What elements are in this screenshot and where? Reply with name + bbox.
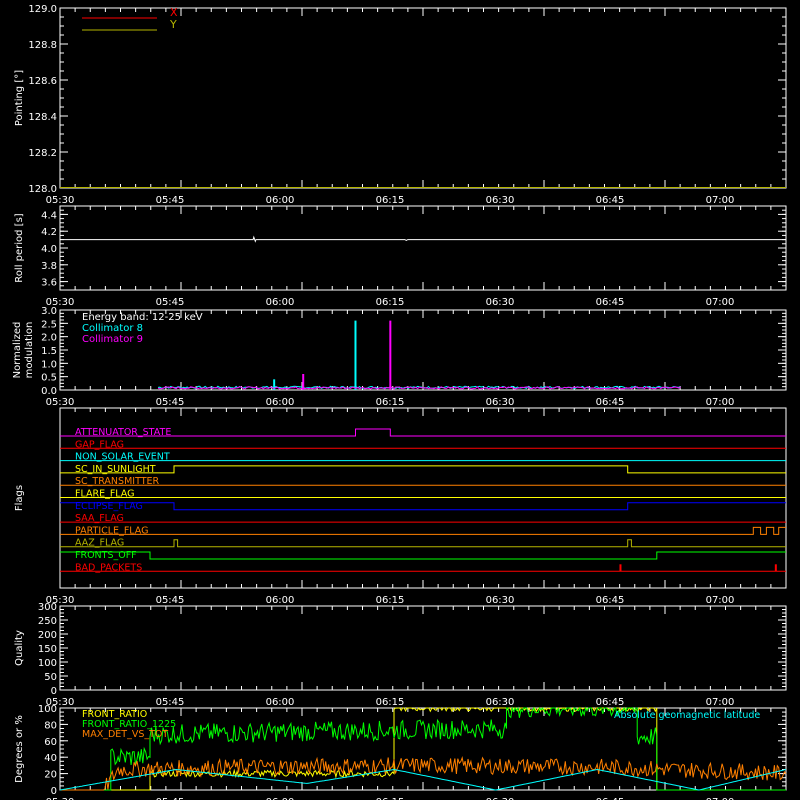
panel-1-xtick-label: 06:15 [376,297,405,308]
panel-4-ytick-label: 50 [44,672,57,683]
panel-1-xtick-label: 06:45 [596,297,625,308]
panel-5-ytick-label: 80 [44,720,57,731]
panel-5-ytick-label: 100 [38,704,57,715]
panel-1-ytick-label: 4.2 [41,227,57,238]
panel-1-ytick-label: 4.4 [41,210,57,221]
panel-3-xtick-label: 06:30 [486,595,515,606]
panel-2-xtick-label: 06:15 [376,397,405,408]
panel-4-ytick-label: 0 [51,686,57,697]
panel-1-ytick-label: 3.8 [41,261,57,272]
panel-0-xtick-label: 06:30 [486,195,515,206]
panel-0-ytick-label: 128.6 [28,76,57,87]
panel-2-ytick-label: 2.0 [41,333,57,344]
panel-5-ytick-label: 0 [51,786,57,797]
panel-2-xtick-label: 05:30 [46,397,75,408]
legend-label-collimator-9: Collimator 9 [82,334,143,345]
panel-4-ytick-label: 100 [38,658,57,669]
panel-2-ytick-label: 1.5 [41,346,57,357]
panel-5-ytick-label: 40 [44,753,57,764]
panel-5-ytick-label: 60 [44,737,57,748]
panel-2-xtick-label: 07:00 [706,397,735,408]
panel-4-xtick-label: 05:45 [156,697,185,708]
panel-0-xtick-label: 06:00 [266,195,295,206]
panel-4-xtick-label: 06:30 [486,697,515,708]
panel-4-ytick-label: 250 [38,616,57,627]
panel-4-ylabel: Quality [14,630,25,666]
panel-0-xtick-label: 06:45 [596,195,625,206]
panel-1-xtick-label: 07:00 [706,297,735,308]
panel-5-ytick-label: 20 [44,770,57,781]
panel-0-ytick-label: 128.0 [28,184,57,195]
panel-2-ylabel: modulation [24,322,35,379]
panel-2-ytick-label: 0.0 [41,386,57,397]
panel-3-xtick-label: 06:00 [266,595,295,606]
panel-4-xtick-label: 07:00 [706,697,735,708]
legend-label-collimator-8: Collimator 8 [82,323,143,334]
panel-2-ytick-label: 0.5 [41,373,57,384]
panel-3-xtick-label: 06:15 [376,595,405,606]
panel-4-ytick-label: 200 [38,630,57,641]
panel-2-xtick-label: 05:45 [156,397,185,408]
figure: 05:30 05:45 06:00 06:15 06:30 06:45 07:00 128.0… [0,0,800,800]
panel-0-ylabel: Pointing [°] [14,70,25,126]
panel-2-ytick-label: 2.5 [41,319,57,330]
panel-0-xtick-label: 05:45 [156,195,185,206]
panel-0-ytick-label: 129.0 [28,4,57,15]
legend-label-max-det-vs-tot: MAX_DET_VS_TOT [82,729,168,740]
legend-label-absolute-geomagnetic-latitude: Absolute geomagnetic latitude [614,710,760,721]
panel-0-xtick-label: 07:00 [706,195,735,206]
panel-4-xtick-label: 06:15 [376,697,405,708]
panel-2-ytick-label: 1.0 [41,359,57,370]
panel-1-ytick-label: 3.6 [41,278,57,289]
panel-0-xtick-label: 05:30 [46,195,75,206]
panel-1-ytick-label: 4.0 [41,244,57,255]
panel-2-xtick-label: 06:45 [596,397,625,408]
panel-1-xtick-label: 06:30 [486,297,515,308]
panel-0-ytick-label: 128.2 [28,148,57,159]
panel-2-ytick-label: 3.0 [41,306,57,317]
panel-4-ytick-label: 150 [38,644,57,655]
panel-1-xtick-label: 05:45 [156,297,185,308]
panel-1-xtick-label: 06:00 [266,297,295,308]
panel-5-ylabel: Degrees or % [14,715,25,783]
panel-4-ytick-label: 300 [38,602,57,613]
panel-2-annotation: Energy band: 12-25 keV [82,312,203,323]
panel-2-xtick-label: 06:00 [266,397,295,408]
panel-3-ylabel: Flags [14,485,25,511]
panel-1-ylabel: Roll period [s] [14,213,25,282]
panel-3-xtick-label: 06:45 [596,595,625,606]
panel-0-xtick-label: 06:15 [376,195,405,206]
panel-4-xtick-label: 06:00 [266,697,295,708]
panel-4-xtick-label: 06:45 [596,697,625,708]
panel-2-xtick-label: 06:30 [486,397,515,408]
panel-0-ytick-label: 128.8 [28,40,57,51]
legend-label-y: Y [169,18,177,31]
panel-0-ytick-label: 128.4 [28,112,57,123]
panel-2-ylabel: Normalized [12,322,23,379]
panel-3-xtick-label: 07:00 [706,595,735,606]
panel-3-xtick-label: 05:45 [156,595,185,606]
